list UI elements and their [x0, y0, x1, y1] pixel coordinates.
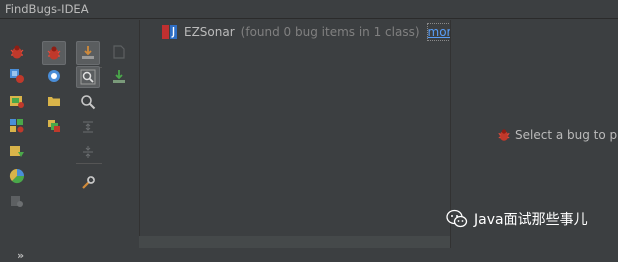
- tool-window-title: FindBugs-IDEA: [0, 0, 618, 19]
- watermark: Java面试那些事儿: [446, 209, 588, 229]
- expand-all-icon: [77, 116, 99, 138]
- bug-run-icon[interactable]: [6, 41, 28, 63]
- results-tree[interactable]: EZSonar (found 0 bug items in 1 class) m…: [139, 20, 472, 236]
- java-class-icon: [162, 25, 177, 39]
- toolbar-separator: [76, 163, 102, 164]
- class-name: EZSonar: [184, 25, 235, 39]
- run-selected-bug-icon[interactable]: [42, 41, 66, 65]
- import-icon[interactable]: [76, 41, 100, 65]
- analyze-changed-icon[interactable]: [6, 140, 28, 162]
- analyze-disabled-icon: [6, 190, 28, 212]
- export-icon: [108, 41, 130, 63]
- download-icon[interactable]: [108, 66, 130, 88]
- tree-row-class[interactable]: EZSonar (found 0 bug items in 1 class) m…: [162, 23, 472, 41]
- settings-wrench-icon[interactable]: [77, 172, 99, 194]
- multi-file-icon[interactable]: [43, 115, 65, 137]
- empty-state-message: Select a bug to pr: [497, 128, 618, 142]
- expand-toolbar-button[interactable]: »: [17, 249, 24, 262]
- bug-info-icon[interactable]: [43, 65, 65, 87]
- analyze-scope-icon[interactable]: [6, 165, 28, 187]
- collapse-all-icon: [77, 141, 99, 163]
- group-search-icon[interactable]: [76, 66, 100, 88]
- empty-state-text: Select a bug to pr: [515, 128, 618, 142]
- run-module-icon[interactable]: [6, 65, 28, 87]
- wechat-icon: [446, 209, 468, 228]
- zoom-icon[interactable]: [77, 91, 99, 113]
- horizontal-scrollbar[interactable]: [139, 236, 450, 248]
- bug-icon: [498, 129, 510, 141]
- analyze-modules-icon[interactable]: [6, 115, 28, 137]
- watermark-text: Java面试那些事儿: [474, 212, 588, 228]
- folder-icon[interactable]: [43, 90, 65, 112]
- analyze-package-icon[interactable]: [6, 90, 28, 112]
- bug-count-summary: (found 0 bug items in 1 class): [240, 25, 420, 39]
